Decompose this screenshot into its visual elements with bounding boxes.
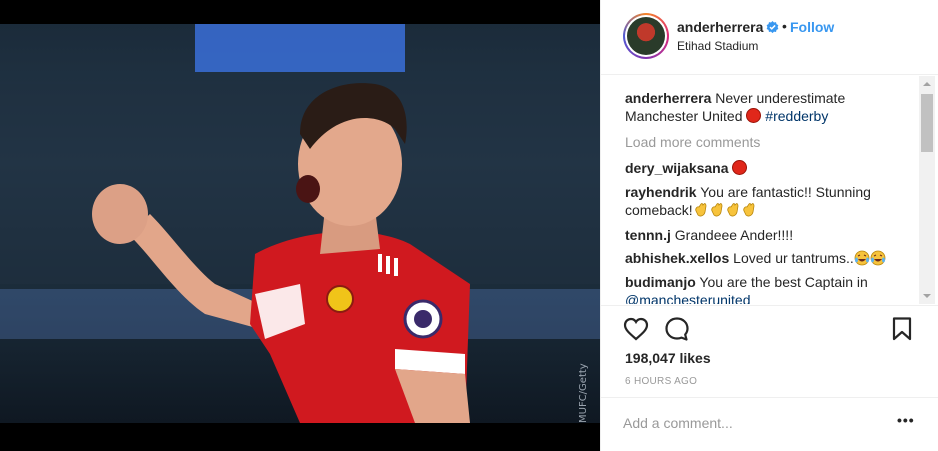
- scrollbar-thumb[interactable]: [921, 94, 933, 152]
- comment-input[interactable]: [623, 412, 883, 434]
- add-comment-bar: •••: [601, 397, 938, 451]
- list-item: dery_wijaksana: [625, 159, 915, 177]
- photo-credit-watermark: ©MUFC/Getty: [578, 363, 589, 423]
- post-actions: 198,047 likes 6 HOURS AGO: [601, 305, 938, 405]
- clapping-hands-emoji-icon: [727, 203, 739, 217]
- likes-count[interactable]: 198,047 likes: [625, 350, 711, 366]
- red-circle-emoji-icon: [732, 160, 748, 175]
- comment-text: Grandeee Ander!!!!: [674, 227, 794, 243]
- comment-text: You are the best Captain in: [699, 274, 868, 290]
- follow-button[interactable]: Follow: [790, 19, 834, 35]
- caption-hashtag[interactable]: #redderby: [765, 108, 828, 124]
- comments-list: anderherrera Never underestimate Manches…: [601, 76, 919, 304]
- header-username[interactable]: anderherrera: [677, 19, 763, 35]
- avatar[interactable]: [623, 13, 669, 59]
- post-timestamp[interactable]: 6 HOURS AGO: [625, 376, 697, 387]
- more-options-button[interactable]: •••: [897, 412, 915, 428]
- tears-of-joy-emoji-icon: [854, 250, 870, 266]
- caption-username[interactable]: anderherrera: [625, 90, 711, 106]
- photo-frame: ©MUFC/Getty: [0, 0, 600, 451]
- scroll-up-arrow-icon[interactable]: [919, 76, 935, 92]
- player-illustration: [0, 24, 600, 423]
- location-link[interactable]: Etihad Stadium: [677, 39, 758, 53]
- list-item: abhishek.xellos Loved ur tantrums..: [625, 249, 915, 267]
- clapping-hands-emoji-icon: [711, 203, 723, 217]
- scroll-down-arrow-icon[interactable]: [919, 288, 935, 304]
- list-item: budimanjo You are the best Captain in @m…: [625, 273, 915, 304]
- comment-username[interactable]: tennn.j: [625, 227, 671, 243]
- comment-text: Loved ur tantrums..: [733, 250, 854, 266]
- comments-scrollbar[interactable]: [919, 76, 935, 304]
- post-details-panel: anderherrera • Follow Etihad Stadium and…: [600, 0, 938, 451]
- comment-mention[interactable]: @manchesterunited: [625, 292, 751, 304]
- tears-of-joy-emoji-icon: [870, 250, 886, 266]
- comment-username[interactable]: rayhendrik: [625, 184, 697, 200]
- comment-username[interactable]: dery_wijaksana: [625, 160, 729, 176]
- list-item: tennn.j Grandeee Ander!!!!: [625, 226, 915, 244]
- load-more-comments-button[interactable]: Load more comments: [625, 134, 760, 150]
- header-separator: •: [782, 18, 787, 34]
- post-header: anderherrera • Follow Etihad Stadium: [601, 0, 938, 75]
- verified-badge-icon: [766, 21, 779, 34]
- clapping-hands-emoji-icon: [743, 203, 755, 217]
- comment-username[interactable]: abhishek.xellos: [625, 250, 729, 266]
- comment-username[interactable]: budimanjo: [625, 274, 696, 290]
- red-circle-emoji-icon: [746, 108, 762, 123]
- bookmark-icon[interactable]: [889, 316, 915, 342]
- speech-bubble-icon[interactable]: [664, 316, 690, 342]
- avatar-frame: [625, 15, 667, 57]
- post-photo[interactable]: ©MUFC/Getty: [0, 24, 600, 423]
- avatar-image: [627, 17, 665, 55]
- list-item: rayhendrik You are fantastic!! Stunning …: [625, 183, 915, 219]
- heart-icon[interactable]: [623, 316, 649, 342]
- clapping-hands-emoji-icon: [695, 203, 707, 217]
- caption: anderherrera Never underestimate Manches…: [625, 89, 915, 125]
